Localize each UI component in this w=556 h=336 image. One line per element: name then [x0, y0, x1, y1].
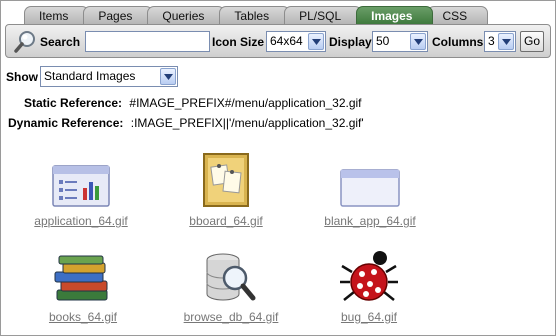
dynamic-reference-label: Dynamic Reference:: [8, 116, 124, 130]
display-select[interactable]: 50: [372, 31, 428, 52]
image-tile[interactable]: bug_64.gif: [299, 244, 439, 324]
tab-pages[interactable]: Pages: [83, 6, 154, 24]
chevron-down-icon: [308, 33, 324, 50]
static-reference: Static Reference: #IMAGE_PREFIX#/menu/ap…: [24, 96, 362, 110]
icon-size-label: Icon Size: [212, 35, 265, 49]
tab-css[interactable]: CSS: [427, 6, 489, 24]
show-label: Show: [6, 70, 38, 84]
image-tile[interactable]: bboard_64.gif: [156, 148, 296, 228]
blank-app-icon: [300, 148, 440, 208]
image-tile[interactable]: books_64.gif: [13, 244, 153, 324]
search-toolbar: Search Icon Size 64x64 Display 50 Column…: [5, 24, 551, 58]
tab-label: Tables: [234, 9, 270, 23]
search-icon: [14, 30, 36, 57]
image-filename[interactable]: books_64.gif: [13, 310, 153, 324]
display-label: Display: [329, 35, 372, 49]
tab-label: Queries: [162, 9, 205, 23]
tab-queries[interactable]: Queries: [147, 6, 226, 24]
show-value: Standard Images: [44, 69, 136, 83]
display-value: 50: [376, 34, 390, 48]
tab-label: PL/SQL: [299, 9, 342, 23]
search-input[interactable]: [85, 31, 210, 52]
chevron-down-icon: [410, 33, 426, 50]
image-filename[interactable]: application_64.gif: [11, 214, 151, 228]
bulletin-board-icon: [156, 148, 296, 208]
static-reference-value: #IMAGE_PREFIX#/menu/application_32.gif: [129, 96, 362, 110]
books-icon: [13, 244, 153, 304]
search-label: Search: [40, 35, 81, 49]
columns-value: 3: [488, 34, 495, 48]
image-filename[interactable]: browse_db_64.gif: [161, 310, 301, 324]
tab-plsql[interactable]: PL/SQL: [284, 6, 363, 24]
tab-label: Images: [371, 9, 413, 23]
tab-label: Pages: [98, 9, 133, 23]
image-tile[interactable]: browse_db_64.gif: [161, 244, 301, 324]
tab-bar: Items Pages Queries Tables PL/SQL Images…: [24, 6, 489, 24]
image-filename[interactable]: blank_app_64.gif: [300, 214, 440, 228]
tab-label: CSS: [442, 9, 468, 23]
bug-icon: [299, 244, 439, 304]
columns-label: Columns: [432, 35, 484, 49]
icon-size-select[interactable]: 64x64: [266, 31, 326, 52]
browse-db-icon: [161, 244, 301, 304]
application-icon: [11, 148, 151, 208]
image-filename[interactable]: bug_64.gif: [299, 310, 439, 324]
icon-size-value: 64x64: [270, 34, 303, 48]
tab-images[interactable]: Images: [356, 6, 434, 24]
columns-select[interactable]: 3: [484, 31, 516, 52]
image-filename[interactable]: bboard_64.gif: [156, 214, 296, 228]
image-tile[interactable]: blank_app_64.gif: [300, 148, 440, 228]
tab-tables[interactable]: Tables: [219, 6, 291, 24]
go-button[interactable]: Go: [520, 31, 544, 52]
chevron-down-icon: [498, 33, 514, 50]
image-tile[interactable]: application_64.gif: [11, 148, 151, 228]
tab-items[interactable]: Items: [24, 6, 90, 24]
chevron-down-icon: [160, 68, 176, 85]
dynamic-reference: Dynamic Reference: :IMAGE_PREFIX||'/menu…: [8, 116, 364, 130]
static-reference-label: Static Reference:: [24, 96, 123, 110]
dynamic-reference-value: :IMAGE_PREFIX||'/menu/application_32.gif…: [130, 116, 364, 130]
show-select[interactable]: Standard Images: [40, 66, 178, 87]
tab-label: Items: [39, 9, 69, 23]
